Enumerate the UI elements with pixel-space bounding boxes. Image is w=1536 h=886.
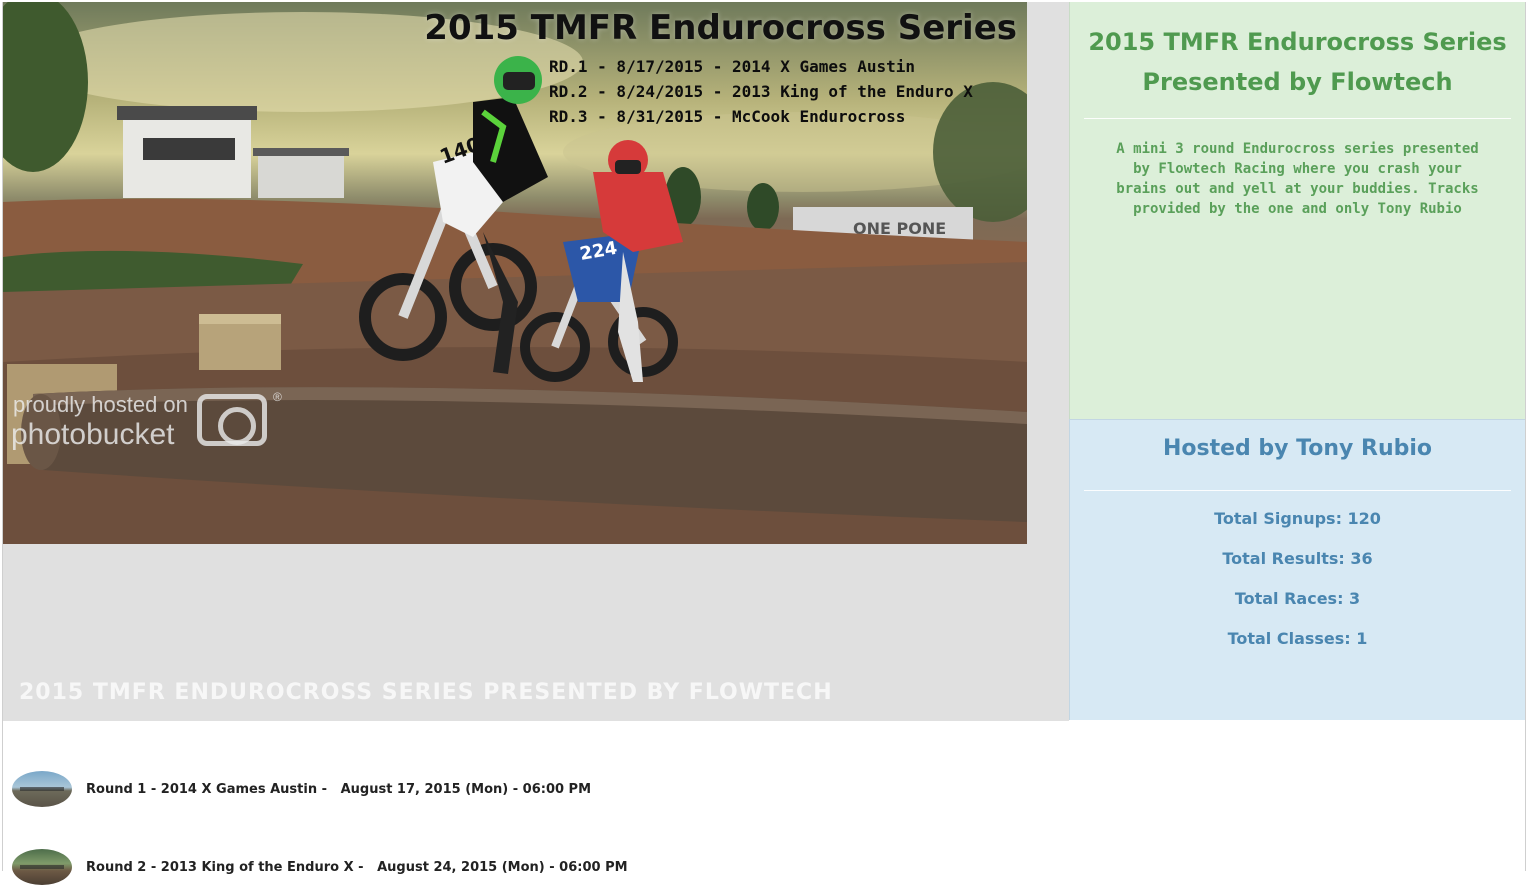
race-thumbnail[interactable] — [12, 849, 72, 885]
event-description: A mini 3 round Endurocross series presen… — [1116, 141, 1479, 217]
watermark-line-1: proudly hosted on — [13, 392, 188, 417]
event-hero: ONE PONE 140 224 2015 TMFR Endurocross S… — [3, 2, 1069, 721]
info-divider — [1084, 118, 1511, 119]
camera-icon — [197, 394, 267, 446]
total-classes: Total Classes: 1 — [1227, 629, 1368, 648]
event-banner-image[interactable]: ONE PONE 140 224 2015 TMFR Endurocross S… — [3, 2, 1027, 544]
race-title-link[interactable]: Round 2 - 2013 King of the Enduro X - Au… — [86, 860, 628, 875]
event-info-panel: 2015 TMFR Endurocross Series Presented b… — [1069, 2, 1525, 419]
banner-round-list: RD.1 - 8/17/2015 - 2014 X Games Austin R… — [549, 54, 973, 129]
banner-round-2: RD.2 - 8/24/2015 - 2013 King of the Endu… — [549, 82, 973, 101]
total-signups: Total Signups: 120 — [1214, 509, 1381, 528]
race-list: Round 1 - 2014 X Games Austin - August 1… — [12, 770, 1512, 886]
race-thumbnail[interactable] — [12, 771, 72, 807]
race-row[interactable]: Round 2 - 2013 King of the Enduro X - Au… — [12, 848, 1512, 886]
total-races: Total Races: 3 — [1234, 589, 1361, 608]
total-results: Total Results: 36 — [1222, 549, 1373, 568]
photobucket-watermark: proudly hosted on photobucket ® — [11, 390, 287, 460]
host-title: Hosted by Tony Rubio — [1162, 436, 1433, 461]
event-stats-panel: Hosted by Tony Rubio Total Signups: 120 … — [1069, 419, 1525, 720]
thumbnail-track-graphic — [20, 787, 64, 791]
stats-list: Total Signups: 120 Total Results: 36 Tot… — [1070, 509, 1525, 649]
registered-mark: ® — [273, 390, 282, 404]
watermark-line-2: photobucket — [11, 418, 175, 451]
race-title-link[interactable]: Round 1 - 2014 X Games Austin - August 1… — [86, 782, 591, 797]
event-caption: 2015 TMFR ENDUROCROSS SERIES PRESENTED B… — [19, 680, 833, 705]
stats-divider — [1084, 490, 1511, 491]
race-row[interactable]: Round 1 - 2014 X Games Austin - August 1… — [12, 770, 1512, 808]
thumbnail-track-graphic — [20, 865, 64, 869]
event-title: 2015 TMFR Endurocross Series Presented b… — [1088, 28, 1507, 96]
banner-round-3: RD.3 - 8/31/2015 - McCook Endurocross — [549, 107, 906, 126]
banner-title: 2015 TMFR Endurocross Series — [424, 8, 1017, 48]
banner-round-1: RD.1 - 8/17/2015 - 2014 X Games Austin — [549, 57, 916, 76]
